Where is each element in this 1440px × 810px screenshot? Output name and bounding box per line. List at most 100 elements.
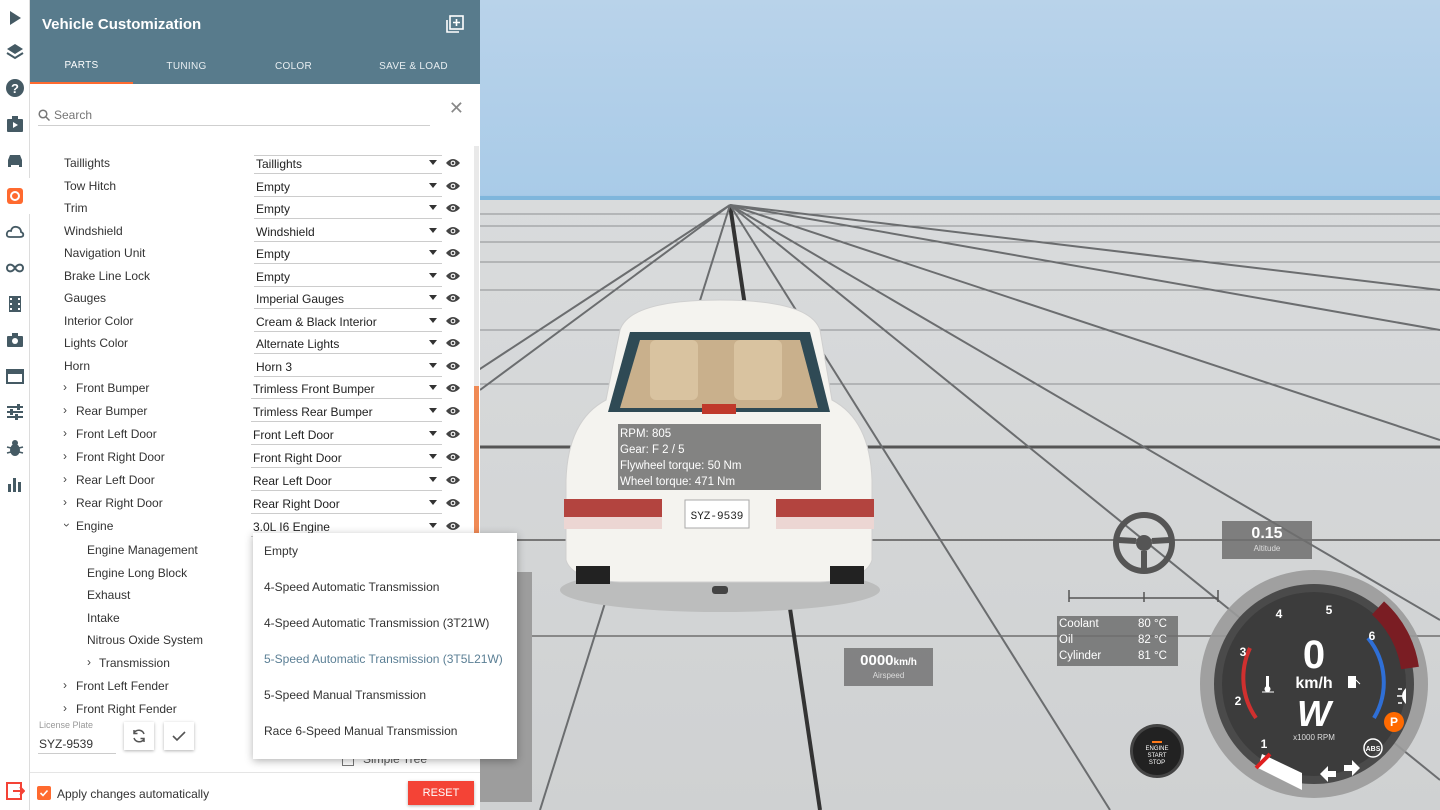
options-sliders-icon[interactable] (0, 394, 30, 430)
eye-icon[interactable] (445, 247, 461, 259)
eye-icon[interactable] (445, 180, 461, 192)
dropdown-caret-icon[interactable] (429, 500, 437, 505)
engine-start-stop-button[interactable]: ENGINE START STOP (1130, 724, 1184, 778)
eye-icon[interactable] (445, 292, 461, 304)
vehicles-icon[interactable] (0, 142, 30, 178)
part-select[interactable]: Horn 3 (254, 357, 442, 377)
eye-icon[interactable] (445, 405, 461, 417)
scrollbar-thumb[interactable] (474, 386, 479, 546)
part-select[interactable]: Taillights (254, 154, 442, 174)
chevron-right-icon[interactable]: › (63, 449, 67, 463)
dropdown-caret-icon[interactable] (429, 431, 437, 436)
dropdown-caret-icon[interactable] (429, 295, 437, 300)
dropdown-caret-icon[interactable] (429, 250, 437, 255)
camera-icon[interactable] (0, 322, 30, 358)
part-select[interactable]: Alternate Lights (254, 334, 442, 354)
eye-icon[interactable] (445, 337, 461, 349)
dropdown-caret-icon[interactable] (429, 318, 437, 323)
eye-icon[interactable] (445, 157, 461, 169)
dropdown-caret-icon[interactable] (429, 183, 437, 188)
dropdown-caret-icon[interactable] (429, 454, 437, 459)
eye-icon[interactable] (445, 497, 461, 509)
vehicle-config-icon[interactable] (0, 178, 30, 214)
tab-parts[interactable]: PARTS (30, 48, 133, 84)
parts-row-rear-right-door[interactable]: › Rear Right Door Rear Right Door (30, 492, 470, 514)
parts-row-rear-bumper[interactable]: › Rear Bumper Trimless Rear Bumper (30, 400, 470, 422)
dropdown-caret-icon[interactable] (429, 340, 437, 345)
tab-save-load[interactable]: SAVE & LOAD (347, 48, 480, 84)
chevron-right-icon[interactable]: › (63, 403, 67, 417)
part-select[interactable]: Empty (254, 267, 442, 287)
chevron-right-icon[interactable]: › (63, 472, 67, 486)
dropdown-caret-icon[interactable] (429, 273, 437, 278)
parts-row-front-right-door[interactable]: › Front Right Door Front Right Door (30, 446, 470, 468)
part-select[interactable]: Cream & Black Interior (254, 312, 442, 332)
eye-icon[interactable] (445, 474, 461, 486)
chevron-right-icon[interactable]: › (63, 701, 67, 715)
dropdown-option[interactable]: Race 6-Speed Manual Transmission (253, 713, 517, 749)
dropdown-option[interactable]: 4-Speed Automatic Transmission (253, 569, 517, 605)
clear-search-icon[interactable]: ✕ (449, 98, 464, 119)
part-select[interactable]: Empty (254, 199, 442, 219)
eye-icon[interactable] (445, 382, 461, 394)
infinity-icon[interactable] (0, 250, 30, 286)
part-select[interactable]: Empty (254, 177, 442, 197)
chevron-down-icon[interactable]: › (60, 523, 74, 527)
license-plate-input[interactable] (38, 734, 116, 754)
reset-button[interactable]: RESET (408, 781, 474, 805)
apply-plate-button[interactable] (164, 722, 194, 750)
eye-icon[interactable] (445, 315, 461, 327)
eye-icon[interactable] (445, 270, 461, 282)
play-icon[interactable] (0, 0, 30, 36)
dropdown-caret-icon[interactable] (429, 385, 437, 390)
part-select[interactable]: Empty (254, 244, 442, 264)
chevron-right-icon[interactable]: › (87, 655, 91, 669)
tab-color[interactable]: COLOR (240, 48, 347, 84)
debug-bug-icon[interactable] (0, 430, 30, 466)
stats-chart-icon[interactable] (0, 466, 30, 502)
dropdown-caret-icon[interactable] (429, 408, 437, 413)
chevron-right-icon[interactable]: › (63, 380, 67, 394)
exit-icon[interactable] (5, 781, 25, 801)
chevron-right-icon[interactable]: › (63, 678, 67, 692)
part-select[interactable]: Rear Left Door (251, 471, 442, 491)
eye-icon[interactable] (445, 225, 461, 237)
tab-tuning[interactable]: TUNING (133, 48, 240, 84)
parts-row-front-left-door[interactable]: › Front Left Door Front Left Door (30, 423, 470, 445)
help-icon[interactable]: ? (0, 70, 30, 106)
part-select[interactable]: Trimless Rear Bumper (251, 402, 442, 422)
dropdown-caret-icon[interactable] (429, 228, 437, 233)
randomize-plate-button[interactable] (124, 722, 154, 750)
parts-row-rear-left-door[interactable]: › Rear Left Door Rear Left Door (30, 469, 470, 491)
part-select[interactable]: Imperial Gauges (254, 289, 442, 309)
eye-icon[interactable] (445, 360, 461, 372)
part-select[interactable]: Rear Right Door (251, 494, 442, 514)
dropdown-caret-icon[interactable] (429, 477, 437, 482)
part-select[interactable]: Front Right Door (251, 448, 442, 468)
chevron-right-icon[interactable]: › (63, 426, 67, 440)
parts-row-front-bumper[interactable]: › Front Bumper Trimless Front Bumper (30, 377, 470, 399)
dropdown-option-selected[interactable]: 5-Speed Automatic Transmission (3T5L21W) (253, 641, 517, 677)
part-select[interactable]: Windshield (254, 222, 442, 242)
window-icon[interactable] (0, 358, 30, 394)
dropdown-caret-icon[interactable] (429, 205, 437, 210)
apply-automatically-checkbox[interactable] (37, 786, 51, 800)
layers-icon[interactable] (0, 34, 30, 70)
part-select[interactable]: Trimless Front Bumper (251, 379, 442, 399)
cloud-icon[interactable] (0, 214, 30, 250)
scenarios-icon[interactable] (0, 106, 30, 142)
dropdown-option[interactable]: 5-Speed Manual Transmission (253, 677, 517, 713)
dropdown-caret-icon[interactable] (429, 363, 437, 368)
eye-icon[interactable] (445, 520, 461, 532)
dropdown-option[interactable]: 4-Speed Automatic Transmission (3T21W) (253, 605, 517, 641)
dropdown-option[interactable]: Empty (253, 533, 517, 569)
add-config-icon[interactable] (446, 15, 464, 33)
part-select[interactable]: Front Left Door (251, 425, 442, 445)
dropdown-caret-icon[interactable] (429, 523, 437, 528)
chevron-right-icon[interactable]: › (63, 495, 67, 509)
film-icon[interactable] (0, 286, 30, 322)
eye-icon[interactable] (445, 428, 461, 440)
eye-icon[interactable] (445, 451, 461, 463)
eye-icon[interactable] (445, 202, 461, 214)
dropdown-caret-icon[interactable] (429, 160, 437, 165)
